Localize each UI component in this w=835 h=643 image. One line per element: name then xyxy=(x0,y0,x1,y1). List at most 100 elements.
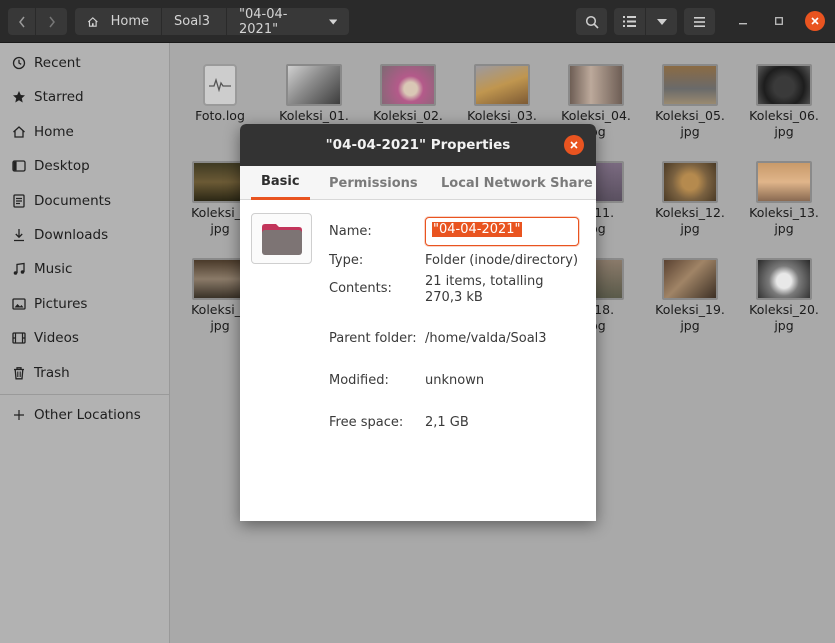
file-item[interactable]: Koleksi_03. xyxy=(457,64,547,124)
contents-value: 21 items, totalling 270,3 kB xyxy=(425,274,544,306)
view-options-button[interactable] xyxy=(646,8,677,35)
image-thumbnail xyxy=(756,161,812,203)
file-item[interactable]: Koleksi_01. xyxy=(269,64,359,124)
trash-icon xyxy=(12,366,26,380)
dialog-close-button[interactable] xyxy=(564,135,584,155)
file-item[interactable]: Koleksi_13. jpg xyxy=(739,161,829,237)
sidebar-item-pictures[interactable]: Pictures xyxy=(0,289,169,319)
modified-label: Modified: xyxy=(329,373,389,388)
tab-basic[interactable]: Basic xyxy=(251,166,310,200)
breadcrumb-soal3[interactable]: Soal3 xyxy=(162,8,226,35)
chevron-left-icon xyxy=(18,16,25,27)
tab-local-network-share[interactable]: Local Network Share xyxy=(441,166,593,200)
triangle-down-icon xyxy=(328,18,337,25)
image-thumbnail xyxy=(662,64,718,106)
sidebar-item-music[interactable]: Music xyxy=(0,254,169,284)
sidebar-item-starred[interactable]: Starred xyxy=(0,82,169,112)
document-icon xyxy=(12,194,26,208)
contents-label: Contents: xyxy=(329,281,392,296)
sidebar-item-other-locations[interactable]: Other Locations xyxy=(0,400,169,430)
file-name: Koleksi_06. xyxy=(749,108,819,123)
file-name-ext: jpg xyxy=(680,221,700,236)
sidebar-item-downloads[interactable]: Downloads xyxy=(0,220,169,250)
dialog-title: "04-04-2021" Properties xyxy=(325,137,511,153)
tab-label: Permissions xyxy=(329,175,418,191)
breadcrumb-home[interactable]: Home xyxy=(75,8,161,35)
file-name: Koleksi_12. xyxy=(655,205,725,220)
file-item[interactable]: Koleksi_05. jpg xyxy=(645,64,735,140)
file-name-ext: jpg xyxy=(774,124,794,139)
minimize-button[interactable] xyxy=(733,11,753,31)
file-name: Koleksi_03. xyxy=(467,108,537,123)
tab-label: Basic xyxy=(261,174,300,189)
sidebar-item-label: Trash xyxy=(34,365,70,381)
maximize-button[interactable] xyxy=(769,11,789,31)
back-button[interactable] xyxy=(8,8,35,35)
desktop-icon xyxy=(12,159,26,173)
image-thumbnail xyxy=(568,64,624,106)
name-input-selected-text: "04-04-2021" xyxy=(432,222,522,237)
file-item[interactable]: Koleksi_02. xyxy=(363,64,453,124)
image-thumbnail xyxy=(756,258,812,300)
file-item[interactable]: Foto.log xyxy=(175,64,265,124)
sidebar-item-home[interactable]: Home xyxy=(0,117,169,147)
sidebar-item-videos[interactable]: Videos xyxy=(0,323,169,353)
clock-icon xyxy=(12,56,26,70)
free-space-label: Free space: xyxy=(329,415,404,430)
parent-folder-label: Parent folder: xyxy=(329,331,417,346)
type-label: Type: xyxy=(329,253,364,268)
tab-permissions[interactable]: Permissions xyxy=(329,166,418,200)
sidebar-item-documents[interactable]: Documents xyxy=(0,186,169,216)
sidebar-item-label: Starred xyxy=(34,89,84,105)
sidebar-item-trash[interactable]: Trash xyxy=(0,358,169,388)
sidebar-item-label: Documents xyxy=(34,193,111,209)
file-item[interactable]: Koleksi_20. jpg xyxy=(739,258,829,334)
star-icon xyxy=(12,90,26,104)
properties-dialog: "04-04-2021" Properties Basic Permission… xyxy=(240,124,596,521)
download-icon xyxy=(12,228,26,242)
folder-icon-button[interactable] xyxy=(251,213,312,264)
header-bar: Home Soal3 "04-04-2021" xyxy=(0,0,835,43)
forward-button[interactable] xyxy=(36,8,67,35)
log-file-icon xyxy=(203,64,237,106)
home-icon xyxy=(87,16,98,27)
contents-value-line: 270,3 kB xyxy=(425,290,483,305)
sidebar-item-label: Videos xyxy=(34,330,79,346)
file-item[interactable]: Koleksi_19. jpg xyxy=(645,258,735,334)
view-list-button[interactable] xyxy=(614,8,645,35)
chevron-right-icon xyxy=(48,16,55,27)
file-name: Koleksi_13. xyxy=(749,205,819,220)
file-name: Koleksi_02. xyxy=(373,108,443,123)
folder-icon xyxy=(261,223,302,255)
contents-value-line: 21 items, totalling xyxy=(425,274,544,289)
sidebar-item-label: Home xyxy=(34,124,74,140)
image-thumbnail xyxy=(286,64,342,106)
file-name: Koleksi_20. xyxy=(749,302,819,317)
sidebar-item-label: Music xyxy=(34,261,73,277)
sidebar: Recent Starred Home Desktop Documents Do… xyxy=(0,43,170,643)
window-close-button[interactable] xyxy=(805,11,825,31)
modified-value: unknown xyxy=(425,373,485,388)
file-name: Koleksi_05. xyxy=(655,108,725,123)
file-name-ext: jpg xyxy=(680,124,700,139)
file-name: Koleksi_19. xyxy=(655,302,725,317)
file-item[interactable]: Koleksi_06. jpg xyxy=(739,64,829,140)
picture-icon xyxy=(12,297,26,311)
dialog-tabs: Basic Permissions Local Network Share xyxy=(240,166,596,200)
sidebar-item-desktop[interactable]: Desktop xyxy=(0,151,169,181)
search-button[interactable] xyxy=(576,8,607,35)
image-thumbnail xyxy=(662,161,718,203)
sidebar-item-label: Recent xyxy=(34,55,81,71)
music-icon xyxy=(12,262,26,276)
name-input[interactable]: "04-04-2021" xyxy=(425,217,579,246)
sidebar-item-label: Downloads xyxy=(34,227,109,243)
file-item[interactable]: Koleksi_12. jpg xyxy=(645,161,735,237)
image-thumbnail xyxy=(474,64,530,106)
breadcrumb-label: Soal3 xyxy=(174,14,211,29)
menu-button[interactable] xyxy=(684,8,715,35)
sidebar-item-recent[interactable]: Recent xyxy=(0,48,169,78)
plus-icon xyxy=(12,408,26,422)
breadcrumb-current-folder[interactable]: "04-04-2021" xyxy=(227,7,349,37)
triangle-down-icon xyxy=(656,18,667,25)
search-icon xyxy=(585,15,599,29)
